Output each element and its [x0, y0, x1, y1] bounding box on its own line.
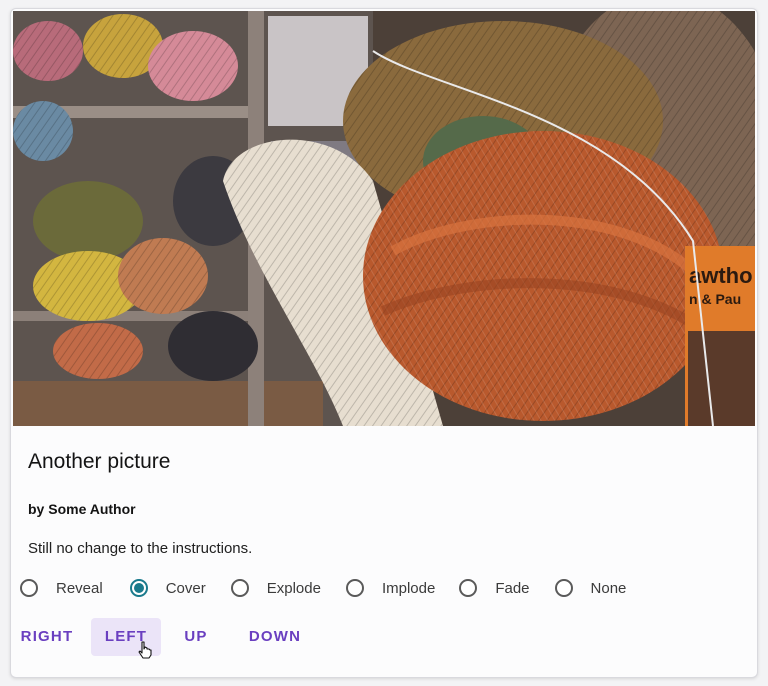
radio-fade[interactable]: Fade — [459, 579, 530, 597]
radio-implode-circle[interactable] — [345, 579, 364, 597]
card-description: Still no change to the instructions. — [28, 540, 253, 557]
card-photo: awtho n & Pau — [13, 11, 755, 426]
radio-reveal-label: Reveal — [56, 579, 103, 597]
hand-pointer-icon — [138, 641, 152, 659]
radio-explode-circle[interactable] — [230, 579, 249, 597]
card-title: Another picture — [28, 450, 171, 473]
radio-implode[interactable]: Implode — [345, 579, 436, 597]
radio-reveal-circle[interactable] — [20, 579, 38, 597]
radio-fade-circle[interactable] — [459, 579, 478, 597]
right-button[interactable]: RIGHT — [16, 618, 78, 656]
transition-radio-group: Reveal Cover Explode Implode Fade None — [20, 576, 626, 600]
radio-reveal[interactable]: Reveal — [20, 579, 103, 597]
radio-explode-label: Explode — [266, 579, 321, 597]
label-text-line2: n & Pau — [689, 291, 741, 307]
radio-fade-label: Fade — [495, 579, 530, 597]
card-author: by Some Author — [28, 501, 136, 517]
radio-cover-label: Cover — [165, 579, 206, 597]
radio-cover-circle[interactable] — [129, 579, 148, 597]
radio-none-label: None — [590, 579, 627, 597]
radio-cover[interactable]: Cover — [129, 579, 206, 597]
yarn-photo-image: awtho n & Pau — [13, 11, 755, 426]
radio-implode-label: Implode — [381, 579, 436, 597]
up-button[interactable]: UP — [176, 618, 216, 656]
radio-none-circle[interactable] — [554, 579, 573, 597]
radio-selected-dot — [133, 583, 144, 593]
down-button[interactable]: DOWN — [242, 618, 308, 656]
radio-explode[interactable]: Explode — [230, 579, 321, 597]
radio-none[interactable]: None — [554, 579, 627, 597]
